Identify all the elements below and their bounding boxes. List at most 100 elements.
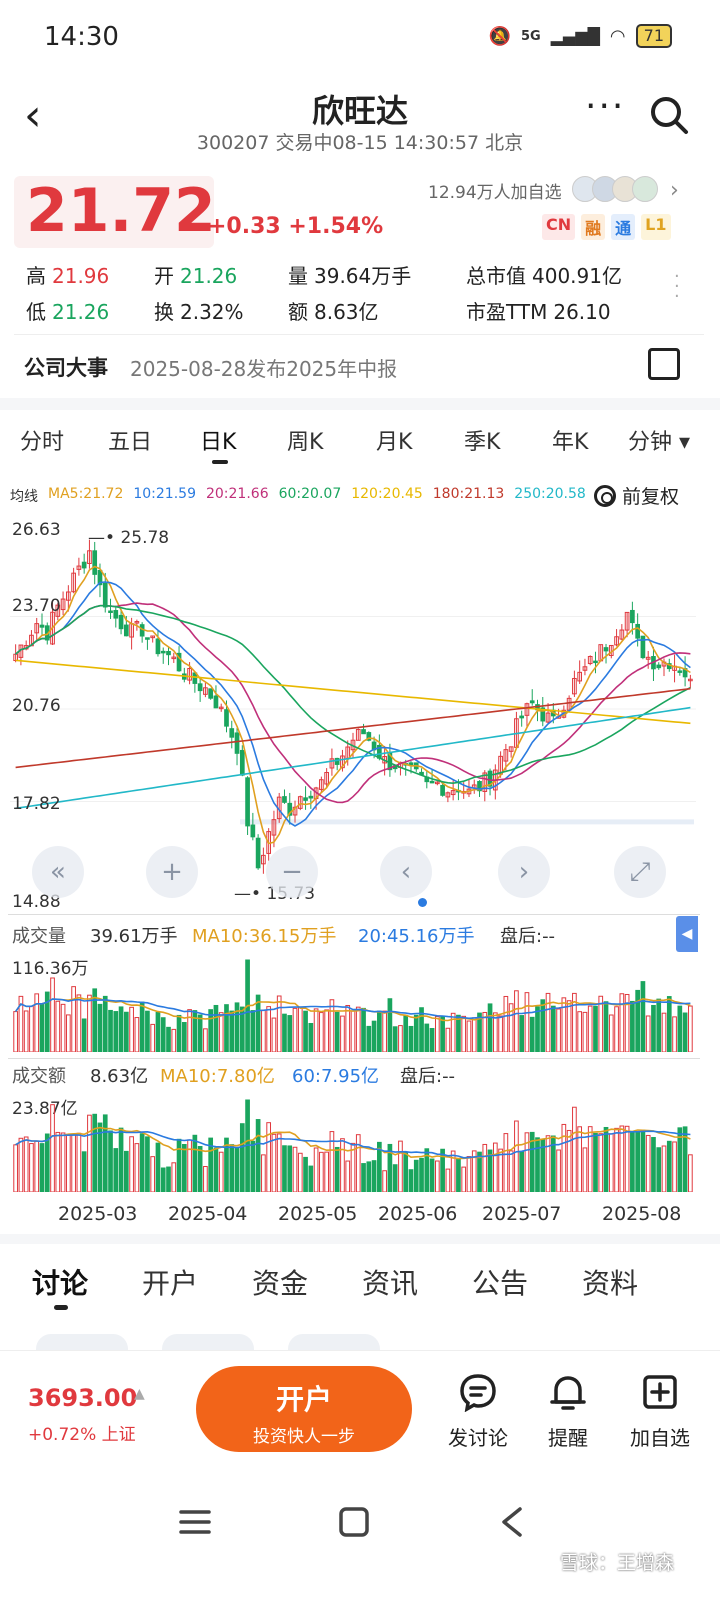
volume-bar (598, 1133, 604, 1192)
search-icon[interactable] (648, 94, 690, 140)
collapse-panel-button[interactable]: ◀ (676, 916, 698, 952)
stat-volume: 量 39.64万手 (288, 264, 412, 288)
watermark: 雪球：王增森 (560, 1552, 675, 1574)
volume-bar (514, 1120, 519, 1192)
candle-body (282, 796, 287, 803)
post-discussion-button[interactable]: 发讨论 (438, 1372, 518, 1451)
scroll-start-button[interactable]: « (32, 846, 84, 898)
volume-bar (29, 1143, 34, 1192)
tab-profile[interactable]: 资料 (582, 1262, 638, 1302)
tab-funds[interactable]: 资金 (252, 1262, 308, 1302)
candle-body (145, 637, 150, 640)
volume-bar (456, 1014, 461, 1052)
current-price: 21.72 (26, 176, 216, 246)
candle-body (118, 614, 124, 630)
tab-five-day[interactable]: 五日 (108, 424, 152, 456)
volume-bar (640, 1129, 646, 1192)
volume-bar (187, 1139, 192, 1192)
volume-bar (218, 1012, 224, 1052)
volume-chart[interactable] (10, 952, 696, 1052)
zoom-out-button[interactable]: − (266, 846, 318, 898)
tab-announcements[interactable]: 公告 (472, 1262, 528, 1302)
index-change[interactable]: +0.72% 上证 (28, 1420, 136, 1445)
volume-bar (261, 1154, 266, 1192)
volume-bar (282, 1145, 287, 1192)
candle-body (213, 695, 219, 709)
volume-bar (166, 1166, 171, 1192)
tab-open-account[interactable]: 开户 (142, 1262, 198, 1302)
expand-stats-icon[interactable]: · · · (674, 268, 680, 306)
tab-minute[interactable]: 分钟 ▾ (628, 424, 690, 456)
back-nav-icon[interactable] (498, 1506, 526, 1542)
chevron-right-icon[interactable]: › (670, 178, 679, 203)
add-watchlist-button[interactable]: 加自选 (620, 1372, 700, 1451)
volume-bar (23, 1010, 29, 1052)
k-line-chart[interactable] (10, 512, 696, 906)
volume-bar (614, 1006, 619, 1052)
tab-discussion[interactable]: 讨论 (32, 1262, 88, 1302)
volume-bar (319, 1012, 324, 1052)
tab-weekly-k[interactable]: 周K (287, 424, 323, 456)
home-icon[interactable] (338, 1506, 370, 1542)
page-subtitle: 300207 交易中08-15 14:30:57 北京 (196, 132, 524, 154)
mute-icon: 🔕 (488, 25, 511, 47)
volume-bar (434, 1016, 440, 1052)
candle-body (429, 780, 435, 784)
active-tab-indicator (212, 460, 228, 464)
index-value[interactable]: 3693.00 (28, 1384, 137, 1412)
volume-bar (503, 1133, 509, 1192)
volume-bar (66, 1014, 71, 1052)
tab-news[interactable]: 资讯 (362, 1262, 418, 1302)
volume-title[interactable]: 成交量 (12, 922, 66, 948)
fullscreen-button[interactable]: ⤢ (614, 846, 666, 898)
candle-body (250, 824, 256, 838)
volume-bar (593, 1005, 598, 1052)
tab-quarterly-k[interactable]: 季K (464, 424, 500, 456)
ma-legend-title: 均线 (10, 489, 38, 505)
y-axis-label: 20.76 (12, 696, 61, 716)
volume-bar (123, 1011, 129, 1052)
volume-bar (271, 1017, 277, 1052)
candle-body (113, 610, 119, 619)
follower-avatars[interactable] (572, 176, 658, 202)
volume-bar (535, 1006, 540, 1052)
reminder-button[interactable]: 提醒 (528, 1372, 608, 1451)
volume-bar (171, 1162, 177, 1192)
volume-bar (176, 1014, 182, 1052)
volume-after-hours: 盘后:-- (500, 926, 556, 947)
volume-bar (350, 1010, 356, 1052)
tab-fenshi[interactable]: 分时 (20, 424, 64, 456)
turnover-chart[interactable] (10, 1092, 696, 1192)
tab-yearly-k[interactable]: 年K (552, 424, 588, 456)
divider (14, 334, 704, 335)
scroll-right-button[interactable]: › (498, 846, 550, 898)
tab-monthly-k[interactable]: 月K (376, 424, 412, 456)
volume-bar (392, 1164, 398, 1192)
volume-bar (666, 996, 672, 1052)
volume-bar (487, 1003, 493, 1052)
volume-bar (71, 986, 76, 1052)
candle-body (39, 624, 45, 628)
followers-count[interactable]: 12.94万人加自选 (428, 178, 562, 203)
fuquan-toggle[interactable]: 前复权 (594, 482, 679, 509)
ma-legend-item: 10:21.59 (133, 486, 196, 502)
zoom-in-button[interactable]: + (146, 846, 198, 898)
volume-bar (297, 1152, 303, 1192)
more-icon[interactable]: ··· (585, 86, 625, 127)
event-text[interactable]: 2025-08-28发布2025年中报 (130, 353, 397, 382)
action-label: 发讨论 (448, 1426, 508, 1450)
open-account-button[interactable]: 开户 投资快人一步 (196, 1366, 412, 1452)
scroll-left-button[interactable]: ‹ (380, 846, 432, 898)
volume-bar (287, 1015, 293, 1052)
turnover-title[interactable]: 成交额 (12, 1062, 66, 1088)
volume-bar (603, 1126, 609, 1192)
calendar-icon[interactable] (648, 348, 680, 380)
menu-icon[interactable] (178, 1506, 212, 1542)
tab-daily-k[interactable]: 日K (200, 424, 236, 456)
candle-body (519, 715, 525, 719)
volume-bar (456, 1158, 461, 1192)
volume-bar (250, 1010, 256, 1052)
volume-bar (366, 1161, 372, 1192)
volume-bar (208, 1009, 214, 1052)
volume-bar (145, 1136, 150, 1192)
